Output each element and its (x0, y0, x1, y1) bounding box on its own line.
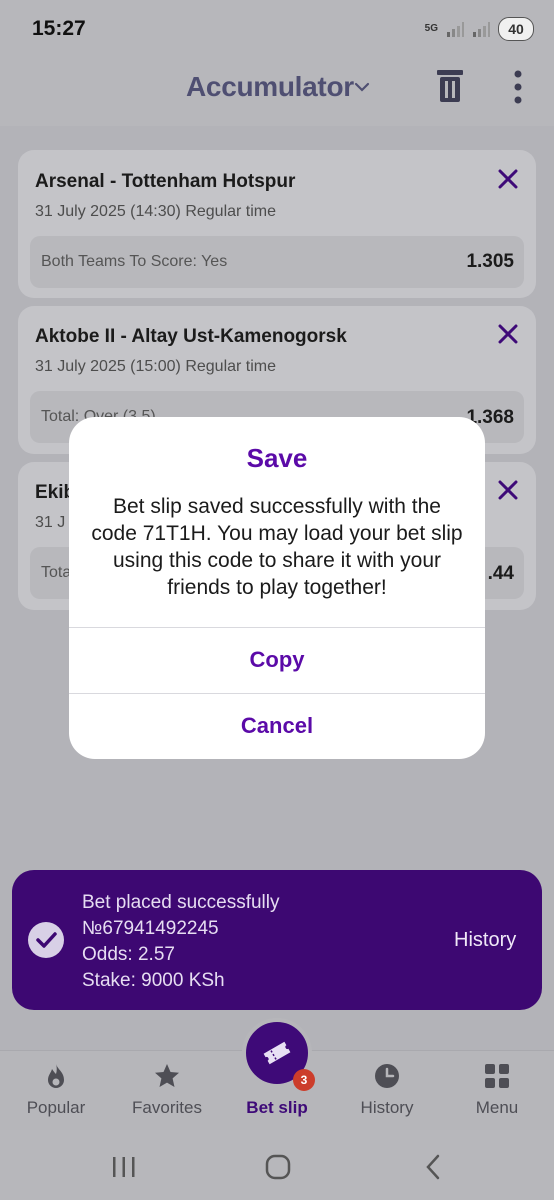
match-date: 31 J (35, 514, 66, 531)
odds-value: 1.305 (466, 251, 514, 272)
more-options-icon[interactable] (512, 70, 524, 104)
toast-history-button[interactable]: History (454, 929, 516, 952)
ticket-icon (263, 1041, 291, 1065)
check-circle-icon (28, 922, 64, 958)
market-label: Both Teams To Score: Yes (41, 253, 228, 270)
bet-stake: Stake: 9000 KSh (82, 970, 225, 991)
recent-apps-icon[interactable] (111, 1155, 137, 1179)
close-icon[interactable] (497, 168, 519, 190)
clock-icon (375, 1064, 399, 1088)
chevron-down-icon[interactable] (353, 81, 371, 93)
cancel-button[interactable]: Cancel (69, 694, 485, 758)
network-type-label: 5G (424, 23, 438, 34)
status-icons: 5G 40 (425, 16, 534, 42)
back-icon[interactable] (424, 1154, 442, 1180)
nav-label: Favorites (132, 1098, 202, 1117)
match-date: 31 July 2025 (14:30) Regular time (35, 203, 277, 220)
copy-button[interactable]: Copy (69, 628, 485, 692)
nav-label: History (360, 1098, 414, 1117)
nav-popular[interactable]: Popular (1, 1050, 111, 1130)
match-name: Arsenal - Tottenham Hotspur (35, 171, 296, 192)
bet-number: №67941492245 (82, 918, 219, 939)
nav-menu[interactable]: Menu (442, 1050, 552, 1130)
nav-label: Popular (26, 1098, 86, 1117)
toast-message: Bet placed successfully (82, 892, 280, 913)
star-icon (155, 1064, 179, 1087)
nav-favorites[interactable]: Favorites (112, 1050, 222, 1130)
trash-icon[interactable] (437, 68, 463, 104)
close-icon[interactable] (497, 479, 519, 501)
match-name: Aktobe II - Altay Ust-Kamenogorsk (35, 326, 347, 347)
dialog-title: Save (246, 443, 308, 473)
nav-label: Menu (475, 1098, 519, 1117)
nav-history[interactable]: History (332, 1050, 442, 1130)
page-title[interactable]: Accumulator (186, 71, 354, 103)
check-icon (36, 932, 57, 948)
home-icon[interactable] (265, 1154, 291, 1180)
close-icon[interactable] (497, 323, 519, 345)
dialog-message: Bet slip saved successfully with the cod… (91, 495, 463, 599)
signal-icon-2 (473, 22, 490, 37)
odds-value: .44 (487, 563, 514, 584)
nav-label-bet-slip[interactable]: Bet slip (222, 1098, 332, 1118)
battery-icon: 40 (498, 17, 534, 41)
grid-icon (485, 1064, 509, 1088)
bet-odds: Odds: 2.57 (82, 944, 175, 965)
bet-count-badge: 3 (293, 1069, 315, 1091)
status-time: 15:27 (32, 17, 86, 40)
market-label: Tota (41, 564, 72, 581)
flame-icon (48, 1064, 64, 1088)
signal-icon (447, 22, 464, 37)
match-date: 31 July 2025 (15:00) Regular time (35, 358, 277, 375)
